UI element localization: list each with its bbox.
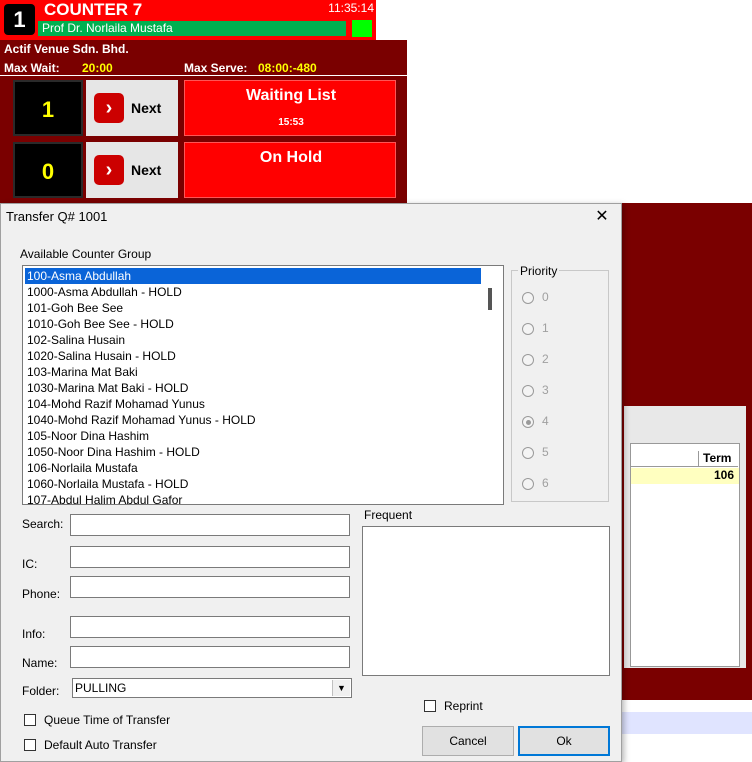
priority-option-label: 0: [542, 290, 549, 304]
list-item[interactable]: 107-Abdul Halim Abdul Gafor: [25, 492, 481, 504]
grid-header: [631, 451, 698, 467]
queue-time-checkbox[interactable]: [24, 714, 36, 726]
grid-cell-term: 106: [713, 468, 734, 482]
list-item[interactable]: 103-Marina Mat Baki: [25, 364, 481, 380]
priority-option-label: 1: [542, 321, 549, 335]
name-label: Name:: [22, 656, 58, 670]
status-indicator: [352, 20, 372, 37]
list-item[interactable]: 105-Noor Dina Hashim: [25, 428, 481, 444]
priority-option-label: 2: [542, 352, 549, 366]
cancel-button[interactable]: Cancel: [422, 726, 514, 756]
priority-option-label: 4: [542, 414, 549, 428]
reprint-label: Reprint: [444, 699, 483, 713]
company-name: Actif Venue Sdn. Bhd.: [4, 42, 129, 56]
folder-label: Folder:: [22, 684, 60, 698]
max-serve-label: Max Serve:: [184, 61, 248, 75]
counter-group-list[interactable]: 100-Asma Abdullah 1000-Asma Abdullah - H…: [22, 265, 504, 505]
clock-time: 11:35:14: [328, 1, 374, 15]
name-input[interactable]: [70, 646, 350, 668]
priority-radio-4[interactable]: [522, 416, 534, 428]
waiting-list-time: 15:53: [278, 117, 304, 128]
dialog-title: Transfer Q# 1001: [6, 209, 108, 224]
priority-radio-6[interactable]: [522, 478, 534, 490]
reprint-checkbox[interactable]: [424, 700, 436, 712]
phone-input[interactable]: [70, 576, 350, 598]
chevron-down-icon[interactable]: ▼: [332, 680, 350, 696]
info-label: Info:: [22, 627, 46, 641]
queue-time-label: Queue Time of Transfer: [44, 713, 171, 727]
max-wait-label: Max Wait:: [4, 61, 60, 75]
list-item[interactable]: 1040-Mohd Razif Mohamad Yunus - HOLD: [25, 412, 481, 428]
priority-option-label: 5: [542, 445, 549, 459]
chevron-right-icon: ›: [94, 93, 124, 123]
default-auto-checkbox[interactable]: [24, 739, 36, 751]
list-item[interactable]: 1060-Norlaila Mustafa - HOLD: [25, 476, 481, 492]
priority-label: Priority: [518, 264, 560, 278]
list-item[interactable]: 102-Salina Husain: [25, 332, 481, 348]
next-hold-button[interactable]: › Next: [86, 142, 178, 198]
grid-header-term[interactable]: Term: [698, 451, 738, 467]
list-item[interactable]: 1010-Goh Bee See - HOLD: [25, 316, 481, 332]
priority-option-label: 6: [542, 476, 549, 490]
waiting-list-title: Waiting List: [245, 87, 337, 104]
on-hold-button[interactable]: On Hold: [184, 142, 396, 198]
priority-radio-5[interactable]: [522, 447, 534, 459]
priority-radio-3[interactable]: [522, 385, 534, 397]
hold-count: 0: [13, 142, 83, 198]
next-label: Next: [131, 162, 162, 178]
frequent-list[interactable]: [362, 526, 610, 676]
ok-button[interactable]: Ok: [518, 726, 610, 756]
divider: [0, 75, 407, 76]
priority-radio-2[interactable]: [522, 354, 534, 366]
search-label: Search:: [22, 517, 64, 531]
on-hold-title: On Hold: [259, 149, 323, 166]
counter-number: 1: [4, 4, 35, 35]
list-item[interactable]: 1030-Marina Mat Baki - HOLD: [25, 380, 481, 396]
frequent-label: Frequent: [364, 508, 413, 522]
waiting-count: 1: [13, 80, 83, 136]
list-scrollbar[interactable]: [488, 288, 492, 310]
user-name-bar: Prof Dr. Norlaila Mustafa: [38, 21, 346, 36]
priority-radio-1[interactable]: [522, 323, 534, 335]
list-item[interactable]: 106-Norlaila Mustafa: [25, 460, 481, 476]
list-item[interactable]: 101-Goh Bee See: [25, 300, 481, 316]
phone-label: Phone:: [22, 587, 61, 601]
list-item[interactable]: 100-Asma Abdullah: [25, 268, 481, 284]
ic-input[interactable]: [70, 546, 350, 568]
status-strip: [620, 712, 752, 734]
close-icon[interactable]: ✕: [592, 207, 612, 227]
next-button[interactable]: › Next: [86, 80, 178, 136]
info-input[interactable]: [70, 616, 350, 638]
counter-title: COUNTER 7: [44, 0, 143, 19]
folder-dropdown[interactable]: PULLING: [72, 678, 352, 698]
priority-option-label: 3: [542, 383, 549, 397]
list-item[interactable]: 104-Mohd Razif Mohamad Yunus: [25, 396, 481, 412]
priority-radio-0[interactable]: [522, 292, 534, 304]
next-label: Next: [131, 100, 162, 116]
list-item[interactable]: 1050-Noor Dina Hashim - HOLD: [25, 444, 481, 460]
list-item[interactable]: 1000-Asma Abdullah - HOLD: [25, 284, 481, 300]
max-wait-value: 20:00: [82, 61, 113, 75]
max-serve-value: 08:00:-480: [258, 61, 317, 75]
default-auto-label: Default Auto Transfer: [44, 738, 157, 752]
chevron-right-icon: ›: [94, 155, 124, 185]
waiting-list-button[interactable]: Waiting List 15:53: [184, 80, 396, 136]
search-input[interactable]: [70, 514, 350, 536]
ic-label: IC:: [22, 557, 38, 571]
list-item[interactable]: 1020-Salina Husain - HOLD: [25, 348, 481, 364]
available-counter-group-label: Available Counter Group: [20, 247, 152, 261]
